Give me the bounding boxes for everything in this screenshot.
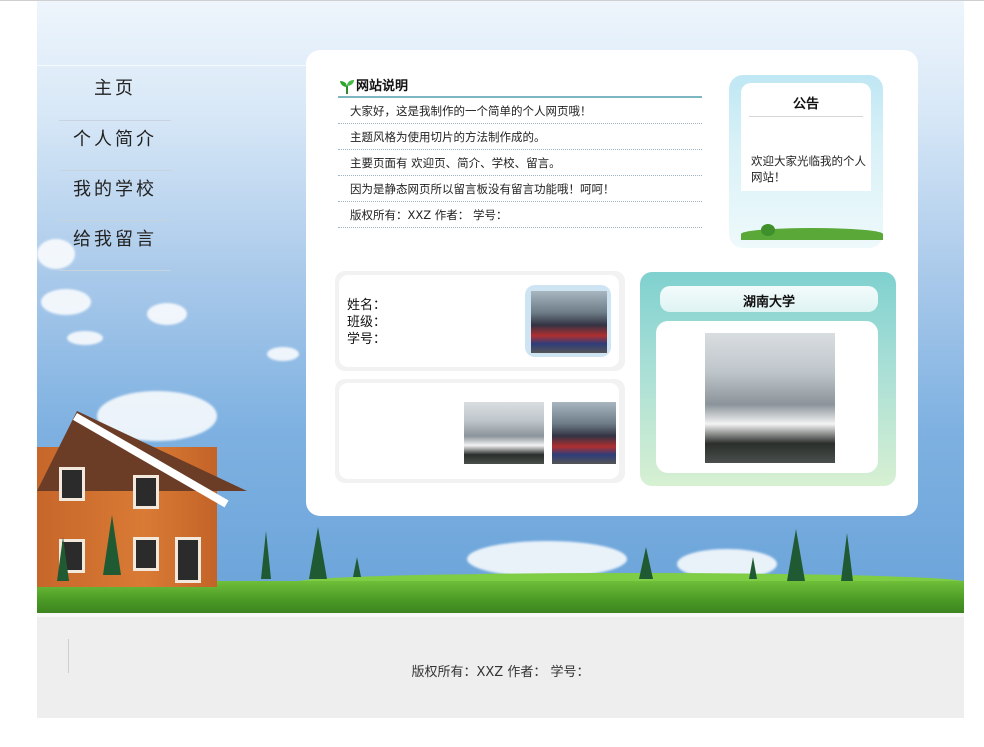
class-label: 班级： xyxy=(347,315,387,330)
snow-river-thumbnail[interactable] xyxy=(464,402,544,464)
notice-tree-icon xyxy=(761,224,775,236)
site-intro: 网站说明 大家好，这是我制作的一个简单的个人网页哦！ 主题风格为使用切片的方法制… xyxy=(338,72,702,228)
intro-line: 版权所有：XXZ 作者： 学号： xyxy=(338,202,702,228)
cypress-tree xyxy=(787,529,805,581)
content-panel: 网站说明 大家好，这是我制作的一个简单的个人网页哦！ 主题风格为使用切片的方法制… xyxy=(306,50,918,516)
name-label: 姓名： xyxy=(347,298,387,313)
info-lines: 姓名： 班级： 学号： xyxy=(347,297,386,348)
intro-line: 大家好，这是我制作的一个简单的个人网页哦！ xyxy=(338,98,702,124)
notice-text: 欢迎大家光临我的个人网站！ xyxy=(751,154,866,184)
intro-line: 因为是静态网页所以留言板没有留言功能哦！呵呵！ xyxy=(338,176,702,202)
personal-info-box: 姓名： 班级： 学号： xyxy=(335,271,625,371)
cloud xyxy=(67,331,103,345)
house-window xyxy=(175,537,201,583)
cypress-tree xyxy=(57,537,69,581)
cypress-tree xyxy=(103,515,121,575)
student-id-label: 学号： xyxy=(347,332,387,347)
university-photo-card xyxy=(656,321,878,473)
intro-line: 主要页面有 欢迎页、简介、学校、留言。 xyxy=(338,150,702,176)
graduation-photo[interactable] xyxy=(531,291,607,353)
cypress-tree xyxy=(639,547,653,579)
notice-title: 公告 xyxy=(792,97,819,112)
intro-title: 网站说明 xyxy=(356,79,409,94)
graduation-thumbnail[interactable] xyxy=(552,402,616,464)
cypress-tree xyxy=(261,531,271,579)
nav-decoration-line xyxy=(37,65,307,66)
house-window xyxy=(59,467,85,501)
intro-header: 网站说明 xyxy=(338,72,702,98)
cypress-tree xyxy=(309,527,327,579)
nav-item-school[interactable]: 我的学校 xyxy=(59,171,171,221)
university-title-bar: 湖南大学 xyxy=(660,286,878,312)
notice-divider xyxy=(749,116,863,117)
photo-gallery-box xyxy=(335,379,625,483)
personal-info-card: 姓名： 班级： 学号： xyxy=(339,275,619,367)
cypress-tree xyxy=(749,557,757,579)
footer: 版权所有：XXZ 作者： 学号： xyxy=(37,613,964,718)
sprout-icon xyxy=(340,80,354,94)
nav-item-home[interactable]: 主页 xyxy=(59,71,171,121)
notice-card: 公告 欢迎大家光临我的个人网站！ xyxy=(741,83,871,191)
university-box: 湖南大学 xyxy=(640,272,896,486)
cloud xyxy=(41,289,91,315)
intro-line: 主题风格为使用切片的方法制作成的。 xyxy=(338,124,702,150)
cypress-tree xyxy=(841,533,853,581)
photo-frame xyxy=(525,285,611,357)
main-nav: 主页 个人简介 我的学校 给我留言 xyxy=(59,71,171,271)
nav-item-profile[interactable]: 个人简介 xyxy=(59,121,171,171)
cloud xyxy=(147,303,187,325)
footer-copyright: 版权所有：XXZ 作者： 学号： xyxy=(411,665,590,680)
notice-box: 公告 欢迎大家光临我的个人网站！ xyxy=(729,75,883,248)
house-window xyxy=(133,475,159,509)
university-title: 湖南大学 xyxy=(742,295,795,310)
house-window xyxy=(133,537,159,571)
photo-gallery-card xyxy=(339,383,619,479)
cloud xyxy=(467,541,627,577)
cloud xyxy=(267,347,299,361)
cypress-tree xyxy=(353,557,361,577)
page-container: 主页 个人简介 我的学校 给我留言 网站说明 大家好，这是我制作的一个简单的个人… xyxy=(37,1,964,718)
university-photo[interactable] xyxy=(705,333,835,463)
nav-item-guestbook[interactable]: 给我留言 xyxy=(59,221,171,271)
